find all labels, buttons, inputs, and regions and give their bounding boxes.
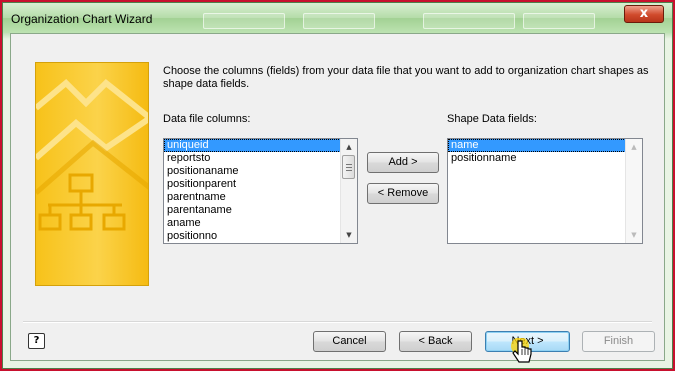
- footer-separator: [23, 321, 652, 323]
- window-title: Organization Chart Wizard: [11, 12, 153, 26]
- vertical-scrollbar[interactable]: ▲ ▼: [340, 139, 357, 243]
- hand-cursor-icon: [511, 338, 532, 363]
- background-window-ghost: [303, 13, 375, 29]
- list-item[interactable]: reportsto: [164, 152, 357, 165]
- scroll-down-arrow-icon: ▼: [631, 231, 637, 239]
- scroll-up-arrow-icon[interactable]: ▲: [341, 139, 357, 155]
- list-item[interactable]: positionaname: [164, 165, 357, 178]
- remove-button[interactable]: < Remove: [367, 183, 439, 204]
- dialog-client-area: Choose the columns (fields) from your da…: [10, 33, 665, 361]
- list-item[interactable]: parentname: [164, 191, 357, 204]
- wizard-banner-graphic: [35, 62, 149, 286]
- grip-line: [346, 167, 352, 168]
- background-window-ghost: [423, 13, 515, 29]
- list-item[interactable]: positionno: [164, 230, 357, 243]
- back-button[interactable]: < Back: [399, 331, 472, 352]
- close-button[interactable]: x: [624, 5, 664, 23]
- scroll-down-arrow-icon[interactable]: ▼: [341, 227, 357, 243]
- title-bar[interactable]: Organization Chart Wizard x: [3, 3, 672, 33]
- grip-line: [346, 164, 352, 165]
- org-chart-illustration-icon: [36, 78, 148, 231]
- list-item[interactable]: uniqueid: [164, 139, 357, 152]
- background-window-ghost: [203, 13, 285, 29]
- shape-data-fields-list[interactable]: name positionname ▲ ▼: [447, 138, 643, 244]
- list-item[interactable]: positionname: [448, 152, 642, 165]
- vertical-scrollbar: ▲ ▼: [625, 139, 642, 243]
- data-file-columns-list[interactable]: uniqueid reportsto positionaname positio…: [163, 138, 358, 244]
- list-item[interactable]: name: [448, 139, 642, 152]
- close-icon: x: [639, 6, 649, 21]
- list-item[interactable]: positionparent: [164, 178, 357, 191]
- list-item[interactable]: aname: [164, 217, 357, 230]
- grip-line: [346, 170, 352, 171]
- background-window-ghost: [523, 13, 595, 29]
- scrollbar-thumb[interactable]: [342, 155, 355, 179]
- shape-data-fields-label: Shape Data fields:: [447, 113, 537, 125]
- add-button[interactable]: Add >: [367, 152, 439, 173]
- instructions-text: Choose the columns (fields) from your da…: [163, 65, 649, 90]
- help-button[interactable]: ?: [28, 333, 45, 349]
- wizard-window: Organization Chart Wizard x Choose the c…: [2, 2, 673, 369]
- list-item[interactable]: parentaname: [164, 204, 357, 217]
- scroll-up-arrow-icon: ▲: [631, 143, 637, 151]
- data-file-columns-label: Data file columns:: [163, 113, 251, 125]
- cancel-button[interactable]: Cancel: [313, 331, 386, 352]
- finish-button: Finish: [582, 331, 655, 352]
